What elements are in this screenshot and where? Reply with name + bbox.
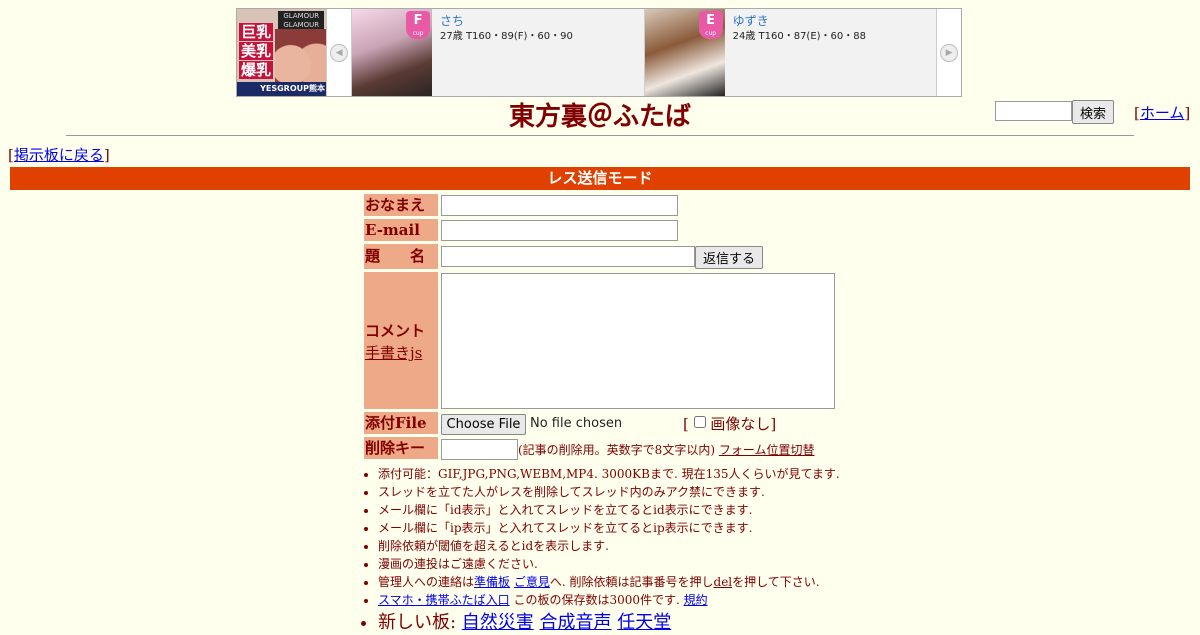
brand-kanji: 巨乳 美乳 爆乳	[239, 23, 273, 80]
search-input[interactable]	[995, 101, 1072, 121]
list-item: メール欄に「id表示」と入れてスレッドを立てるとid表示にできます.	[378, 501, 898, 519]
file-label: 添付File	[364, 412, 438, 434]
delete-key-input[interactable]	[441, 439, 518, 460]
notes-list: 添付可能：GIF,JPG,PNG,WEBM,MP4. 3000KBまで. 現在1…	[362, 465, 898, 635]
list-item: 削除依頼が閾値を超えるとidを表示します.	[378, 537, 898, 555]
subject-label: 題 名	[364, 244, 438, 269]
banner-girl-card[interactable]: Ecup ゆずき 24歳 T160・87(E)・60・88	[643, 9, 937, 96]
brand-logo[interactable]: GLAMOUR GLAMOUR 巨乳 美乳 爆乳 YESGROUP熊本	[237, 9, 327, 96]
no-file-text: No file chosen	[530, 416, 623, 431]
banner-girl-card[interactable]: Fcup さち 27歳 T160・89(F)・60・90	[351, 9, 644, 96]
feedback-link[interactable]: ご意見	[514, 575, 550, 589]
list-item: メール欄に「ip表示」と入れてスレッドを立てるとip表示にできます.	[378, 519, 898, 537]
banner-next-button[interactable]: ▶	[936, 9, 961, 96]
list-item: 添付可能：GIF,JPG,PNG,WEBM,MP4. 3000KBまで. 現在1…	[378, 465, 898, 483]
girl-name[interactable]: さち	[440, 14, 573, 29]
chevron-left-icon: ◀	[330, 43, 349, 62]
girl-photo[interactable]: Ecup	[644, 9, 725, 96]
prep-board-link[interactable]: 準備板	[474, 575, 510, 589]
back-link-wrap: [掲示板に戻る]	[8, 146, 110, 164]
girl-name[interactable]: ゆずき	[733, 14, 866, 29]
reply-mode-bar: レス送信モード	[10, 167, 1190, 190]
home-link[interactable]: ホーム	[1140, 104, 1185, 122]
form-position-toggle-link[interactable]: フォーム位置切替	[719, 443, 815, 457]
divider	[66, 135, 1134, 136]
brand-kanji-3: 爆乳	[239, 61, 273, 79]
reply-submit-button[interactable]: 返信する	[695, 246, 763, 269]
no-image-checkbox[interactable]	[693, 416, 706, 428]
list-item: スレッドを立てた人がレスを削除してスレッド内のみアク禁にできます.	[378, 483, 898, 501]
list-item: 漫画の連投はご遠慮ください.	[378, 555, 898, 573]
comment-label: コメント	[365, 322, 426, 340]
comment-label-cell: コメント 手書きjs	[364, 272, 438, 409]
girl-stats: 27歳 T160・89(F)・60・90	[440, 31, 573, 42]
del-link[interactable]: del	[714, 575, 733, 589]
brand-kanji-2: 美乳	[239, 42, 273, 60]
list-item: スマホ・携帯ふたば入口 この板の保存数は3000件です. 規約	[378, 591, 898, 609]
list-item: 新しい板: 自然災害 合成音声 任天堂	[378, 611, 898, 635]
choose-file-button[interactable]: Choose File	[441, 414, 526, 435]
mobile-entrance-link[interactable]: スマホ・携帯ふたば入口	[378, 593, 510, 607]
name-label: おなまえ	[364, 194, 438, 216]
no-image-label: 画像なし	[710, 415, 771, 433]
list-item: 管理人への連絡は準備板 ご意見へ. 削除依頼は記事番号を押しdelを押して下さい…	[378, 573, 898, 591]
email-label: E-mail	[364, 219, 438, 241]
no-image-option: [ 画像なし]	[683, 415, 777, 433]
ad-banner[interactable]: GLAMOUR GLAMOUR 巨乳 美乳 爆乳 YESGROUP熊本 ◀ Fc…	[236, 8, 962, 97]
delete-key-note-wrap: (記事の削除用。英数字で8文字以内) フォーム位置切替	[518, 441, 814, 458]
handwriting-link[interactable]: 手書きjs	[365, 342, 422, 363]
delete-key-label: 削除キー	[364, 437, 438, 459]
delete-key-note: (記事の削除用。英数字で8文字以内)	[518, 443, 715, 457]
brand-tagline: GLAMOUR GLAMOUR	[278, 11, 325, 31]
name-input[interactable]	[441, 195, 678, 216]
brand-group: YESGROUP熊本	[237, 82, 327, 96]
brand-kanji-1: 巨乳	[239, 23, 273, 41]
comment-textarea[interactable]	[441, 273, 835, 409]
girl-stats: 24歳 T160・87(E)・60・88	[732, 31, 867, 42]
rules-link[interactable]: 規約	[684, 593, 708, 607]
banner-prev-button[interactable]: ◀	[326, 9, 352, 96]
brand-photo	[275, 29, 327, 89]
chevron-right-icon: ▶	[940, 43, 959, 62]
subject-input[interactable]	[441, 246, 695, 267]
home-link-wrap: [ホーム]	[1134, 104, 1191, 122]
search-button[interactable]: 検索	[1072, 100, 1114, 124]
email-input[interactable]	[441, 220, 678, 241]
girl-photo[interactable]: Fcup	[352, 9, 433, 96]
cup-badge: Ecup	[698, 11, 723, 39]
back-to-board-link[interactable]: 掲示板に戻る	[14, 146, 104, 164]
cup-badge: Fcup	[406, 11, 431, 39]
